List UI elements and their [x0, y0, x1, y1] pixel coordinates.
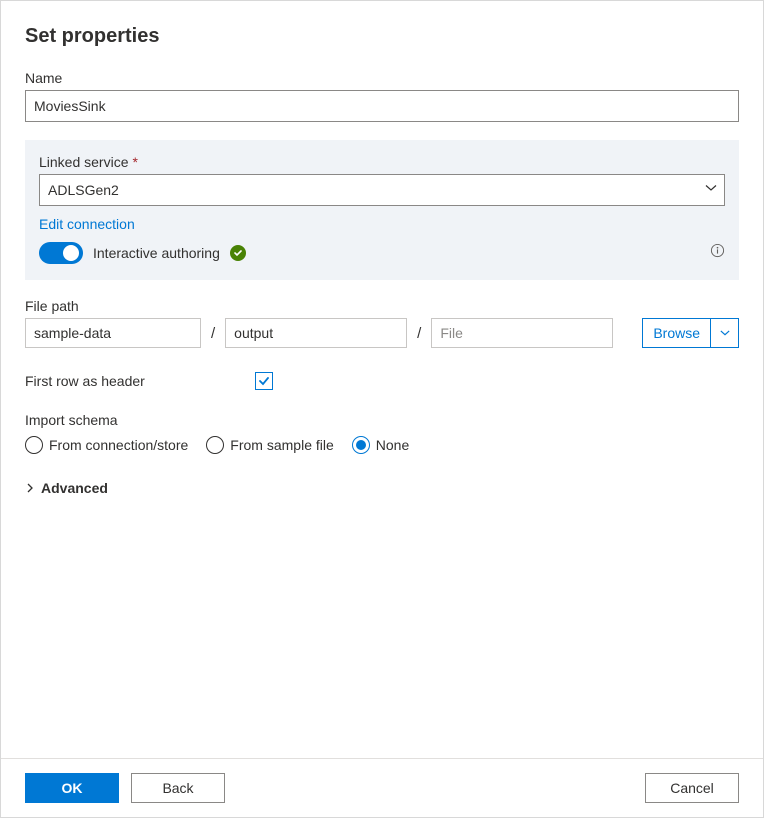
file-path-label: File path [25, 298, 739, 314]
first-row-header-label: First row as header [25, 373, 145, 389]
interactive-authoring-label: Interactive authoring [93, 245, 220, 261]
info-icon[interactable] [710, 243, 725, 263]
radio-label: None [376, 437, 409, 453]
first-row-header-row: First row as header [25, 372, 739, 390]
ok-button[interactable]: OK [25, 773, 119, 803]
linked-service-select[interactable] [39, 174, 725, 206]
chevron-right-icon [25, 480, 35, 496]
radio-label: From sample file [230, 437, 333, 453]
radio-icon [206, 436, 224, 454]
import-schema-option-none[interactable]: None [352, 436, 409, 454]
edit-connection-link[interactable]: Edit connection [39, 216, 135, 232]
cancel-button[interactable]: Cancel [645, 773, 739, 803]
linked-service-label-text: Linked service [39, 154, 129, 170]
name-label: Name [25, 70, 739, 86]
linked-service-label: Linked service * [39, 154, 725, 170]
import-schema-option-sample-file[interactable]: From sample file [206, 436, 333, 454]
advanced-expander[interactable]: Advanced [25, 478, 739, 498]
success-check-icon [230, 245, 246, 261]
set-properties-panel: Set properties Name Linked service * Edi… [0, 0, 764, 818]
radio-icon [352, 436, 370, 454]
panel-body: Set properties Name Linked service * Edi… [1, 1, 763, 758]
radio-icon [25, 436, 43, 454]
radio-label: From connection/store [49, 437, 188, 453]
browse-button-group: Browse [642, 318, 739, 348]
advanced-label: Advanced [41, 480, 108, 496]
toggle-knob [63, 245, 79, 261]
first-row-header-checkbox[interactable] [255, 372, 273, 390]
path-separator: / [209, 325, 217, 342]
browse-dropdown-button[interactable] [711, 318, 739, 348]
linked-service-group: Linked service * Edit connection Interac… [25, 140, 739, 280]
import-schema-label: Import schema [25, 412, 739, 428]
interactive-authoring-row: Interactive authoring [39, 242, 725, 264]
page-title: Set properties [25, 25, 739, 48]
name-input[interactable] [25, 90, 739, 122]
back-button[interactable]: Back [131, 773, 225, 803]
file-path-directory-input[interactable] [225, 318, 407, 348]
import-schema-options: From connection/store From sample file N… [25, 436, 739, 454]
import-schema-option-connection[interactable]: From connection/store [25, 436, 188, 454]
linked-service-value[interactable] [39, 174, 725, 206]
panel-footer: OK Back Cancel [1, 758, 763, 817]
browse-button[interactable]: Browse [642, 318, 711, 348]
name-field-group: Name [25, 70, 739, 122]
file-path-row: / / Browse [25, 318, 739, 348]
file-path-file-input[interactable] [431, 318, 613, 348]
interactive-authoring-toggle[interactable] [39, 242, 83, 264]
file-path-container-input[interactable] [25, 318, 201, 348]
path-separator: / [415, 325, 423, 342]
required-marker: * [133, 154, 138, 170]
